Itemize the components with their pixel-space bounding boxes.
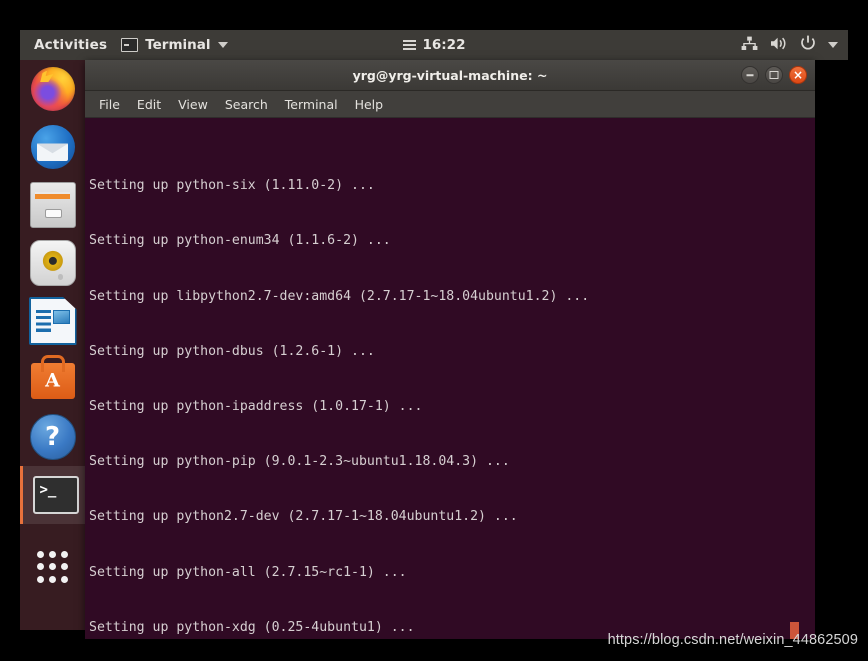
menu-bar: File Edit View Search Terminal Help <box>85 91 815 118</box>
menu-item-file[interactable]: File <box>99 97 120 112</box>
power-icon[interactable] <box>800 35 816 55</box>
terminal-line: Setting up python-ipaddress (1.0.17-1) .… <box>89 399 423 415</box>
terminal-icon <box>121 38 139 52</box>
minimize-button[interactable] <box>741 66 759 84</box>
menu-item-view[interactable]: View <box>178 97 208 112</box>
files-icon <box>29 182 76 228</box>
menu-item-help[interactable]: Help <box>355 97 384 112</box>
chevron-down-icon <box>217 42 228 48</box>
terminal-line: Setting up python-dbus (1.2.6-1) ... <box>89 343 375 359</box>
menu-item-search[interactable]: Search <box>225 97 268 112</box>
app-menu-button[interactable]: Terminal <box>121 37 228 53</box>
dock-item-files[interactable] <box>20 176 85 234</box>
thunderbird-icon <box>30 125 75 169</box>
dock-item-ubuntu-software[interactable] <box>20 350 85 408</box>
window-controls <box>741 60 807 90</box>
gnome-top-bar: Activities Terminal 16:22 <box>20 30 848 60</box>
dock-item-thunderbird[interactable] <box>20 118 85 176</box>
help-icon <box>29 414 76 460</box>
menu-item-edit[interactable]: Edit <box>137 97 161 112</box>
document-icon <box>28 297 77 345</box>
window-title: yrg@yrg-virtual-machine: ~ <box>352 67 548 83</box>
maximize-button[interactable] <box>765 66 783 84</box>
volume-icon[interactable] <box>770 36 788 55</box>
watermark: https://blog.csdn.net/weixin_44862509 <box>607 632 858 648</box>
dock-item-libreoffice-writer[interactable] <box>20 292 85 350</box>
terminal-window: yrg@yrg-virtual-machine: ~ File Edit Vie… <box>85 60 815 639</box>
dock-item-firefox[interactable] <box>20 60 85 118</box>
terminal-line: Setting up python-pip (9.0.1-2.3~ubuntu1… <box>89 454 510 470</box>
dock-item-terminal[interactable] <box>20 466 88 524</box>
window-titlebar[interactable]: yrg@yrg-virtual-machine: ~ <box>85 60 815 91</box>
terminal-line: Setting up libpython2.7-dev:amd64 (2.7.1… <box>89 288 590 304</box>
terminal-line: Setting up python-enum34 (1.1.6-2) ... <box>89 233 391 249</box>
network-icon[interactable] <box>741 36 758 55</box>
hamburger-icon[interactable] <box>402 40 416 50</box>
terminal-line: Setting up python-all (2.7.15~rc1-1) ... <box>89 564 407 580</box>
dock-item-rhythmbox[interactable] <box>20 234 85 292</box>
terminal-output-area[interactable]: Setting up python-six (1.11.0-2) ... Set… <box>85 118 815 639</box>
close-button[interactable] <box>789 66 807 84</box>
terminal-icon <box>32 476 79 514</box>
app-menu-label: Terminal <box>145 37 211 53</box>
software-bag-icon <box>30 363 75 399</box>
firefox-icon <box>30 67 75 111</box>
top-bar-left: Activities Terminal <box>20 37 228 53</box>
desktop: Activities Terminal 16:22 A ? >_ yrg@yrg… <box>0 0 868 661</box>
terminal-lines: Setting up python-six (1.11.0-2) ... Set… <box>87 122 815 639</box>
apps-grid-icon <box>33 547 73 587</box>
dock <box>20 60 88 630</box>
dock-item-help[interactable] <box>20 408 85 466</box>
top-bar-right <box>741 35 838 55</box>
rhythmbox-icon <box>29 240 76 286</box>
clock[interactable]: 16:22 <box>423 37 466 53</box>
show-applications-button[interactable] <box>20 538 85 596</box>
terminal-line: Setting up python2.7-dev (2.7.17-1~18.04… <box>89 509 518 525</box>
chevron-down-icon[interactable] <box>828 42 838 48</box>
menu-item-terminal[interactable]: Terminal <box>285 97 338 112</box>
activities-button[interactable]: Activities <box>34 37 107 53</box>
terminal-line: Setting up python-six (1.11.0-2) ... <box>89 178 375 194</box>
